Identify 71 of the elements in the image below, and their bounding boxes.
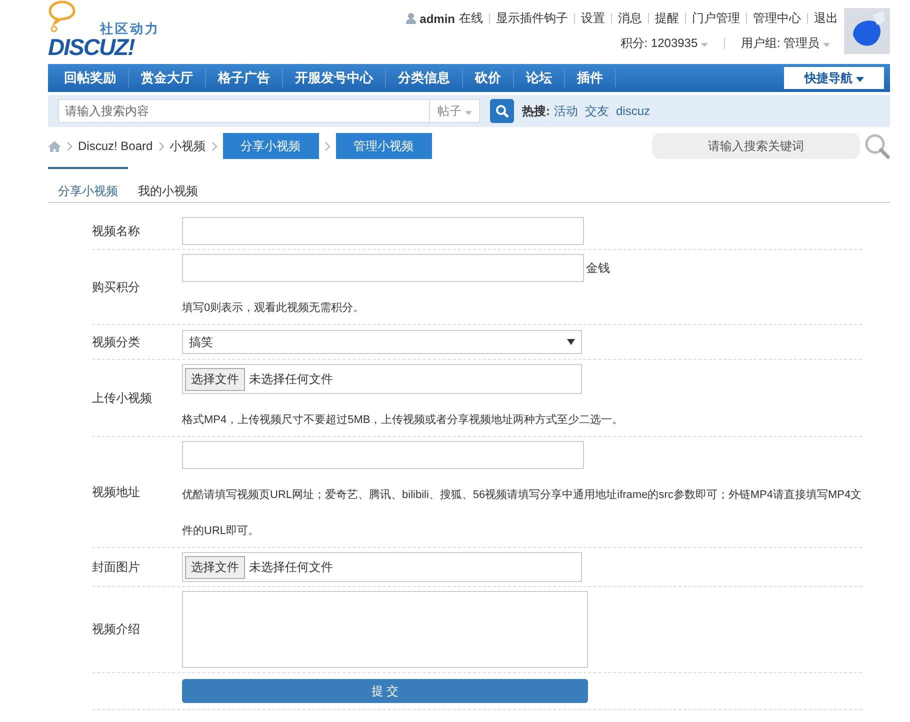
nav-item[interactable]: 论坛	[514, 69, 565, 87]
keyword-search-field[interactable]: 请输入搜索关键词	[652, 133, 860, 159]
user-menu-link[interactable]: 显示插件钩子	[496, 10, 568, 27]
file-picker[interactable]: 选择文件 未选择任何文件	[182, 364, 582, 394]
description-textarea[interactable]	[182, 591, 588, 668]
field-label: 视频地址	[92, 484, 141, 500]
nav-item[interactable]: 砍价	[463, 69, 514, 87]
user-icon	[406, 13, 416, 24]
text-field[interactable]	[182, 217, 584, 245]
unit-label: 金钱	[586, 260, 610, 276]
tab[interactable]: 分享小视频	[48, 167, 128, 202]
user-menu-link[interactable]: 门户管理	[692, 10, 740, 27]
avatar[interactable]	[844, 8, 890, 54]
field-label: 视频分类	[92, 334, 141, 350]
chevron-icon	[324, 142, 330, 150]
user-menu-link[interactable]: 消息	[618, 10, 642, 27]
caret-icon	[856, 76, 864, 82]
user-group-dropdown[interactable]: 用户组: 管理员	[740, 35, 830, 52]
field-hint: 格式MP4，上传视频尺寸不要超过5MB，上传视频或者分享视频地址两种方式至少二选一。	[182, 412, 624, 428]
user-menu-link[interactable]: 退出	[814, 10, 838, 27]
field-label: 封面图片	[92, 558, 141, 576]
field-label: 视频名称	[92, 222, 141, 240]
username-link[interactable]: admin	[420, 12, 455, 26]
field-label: 视频介绍	[92, 621, 141, 638]
search-icon[interactable]	[864, 133, 890, 159]
search-button[interactable]	[490, 99, 514, 123]
nav-item[interactable]: 回帖奖励	[52, 69, 129, 87]
hot-search-label: 热搜:	[522, 102, 550, 120]
field-hint: 填写0则表示，观看此视频无需积分。	[182, 301, 366, 316]
field-hint: 优酷请填写视频页URL网址；爱奇艺、腾讯、bilibili、搜狐、56视频请填写分享中通用地址iframe的src参数即可；外链MP4请直接填写MP4文件的URL即可。	[182, 488, 862, 539]
search-field[interactable]: 请输入搜索内容	[58, 99, 430, 123]
action-button[interactable]: 管理小视频	[336, 133, 432, 159]
breadcrumb-link[interactable]: Discuz! Board	[78, 139, 153, 153]
caret-icon	[464, 110, 472, 114]
submit-button[interactable]: 提 交	[182, 679, 588, 703]
nav-item[interactable]: 赏金大厅	[129, 69, 206, 87]
quick-nav-button[interactable]: 快捷导航	[784, 67, 884, 89]
action-button[interactable]: 分享小视频	[222, 133, 319, 159]
text-field[interactable]	[182, 254, 584, 282]
caret-icon	[567, 339, 575, 345]
file-picker[interactable]: 选择文件 未选择任何文件	[182, 552, 582, 582]
home-icon[interactable]	[48, 140, 61, 152]
online-status: 在线	[459, 10, 483, 27]
hot-search-link[interactable]: 活动	[554, 102, 578, 120]
category-dropdown[interactable]: 搞笑	[182, 330, 582, 354]
field-label: 购买积分	[92, 278, 141, 296]
hot-search-link[interactable]: 交友	[585, 102, 609, 120]
nav-item[interactable]: 插件	[565, 69, 616, 87]
nav-item[interactable]: 分类信息	[386, 69, 463, 87]
choose-file-button[interactable]: 选择文件	[185, 556, 245, 578]
search-icon	[495, 104, 509, 118]
chevron-icon	[212, 142, 217, 150]
breadcrumb-link[interactable]: 小视频	[170, 138, 206, 154]
user-menu-link[interactable]: 管理中心	[753, 10, 801, 27]
file-status: 未选择任何文件	[249, 558, 333, 576]
caret-icon	[823, 43, 830, 47]
caret-icon	[700, 43, 708, 47]
field-label: 上传小视频	[92, 390, 153, 406]
points-dropdown[interactable]: 积分: 1203935	[620, 35, 708, 52]
file-status: 未选择任何文件	[249, 370, 333, 388]
user-menu-link[interactable]: 提醒	[655, 10, 679, 27]
user-menu-link[interactable]: 设置	[581, 10, 605, 27]
tab[interactable]: 我的小视频	[128, 167, 208, 202]
nav-item[interactable]: 开服发号中心	[283, 69, 386, 87]
chevron-icon	[158, 142, 164, 150]
chevron-icon	[67, 142, 72, 150]
search-scope-dropdown[interactable]: 帖子	[430, 99, 480, 123]
choose-file-button[interactable]: 选择文件	[185, 368, 245, 390]
hot-search-link[interactable]: discuz	[616, 104, 650, 118]
nav-item[interactable]: 格子广告	[206, 69, 283, 87]
text-field[interactable]	[182, 441, 584, 469]
